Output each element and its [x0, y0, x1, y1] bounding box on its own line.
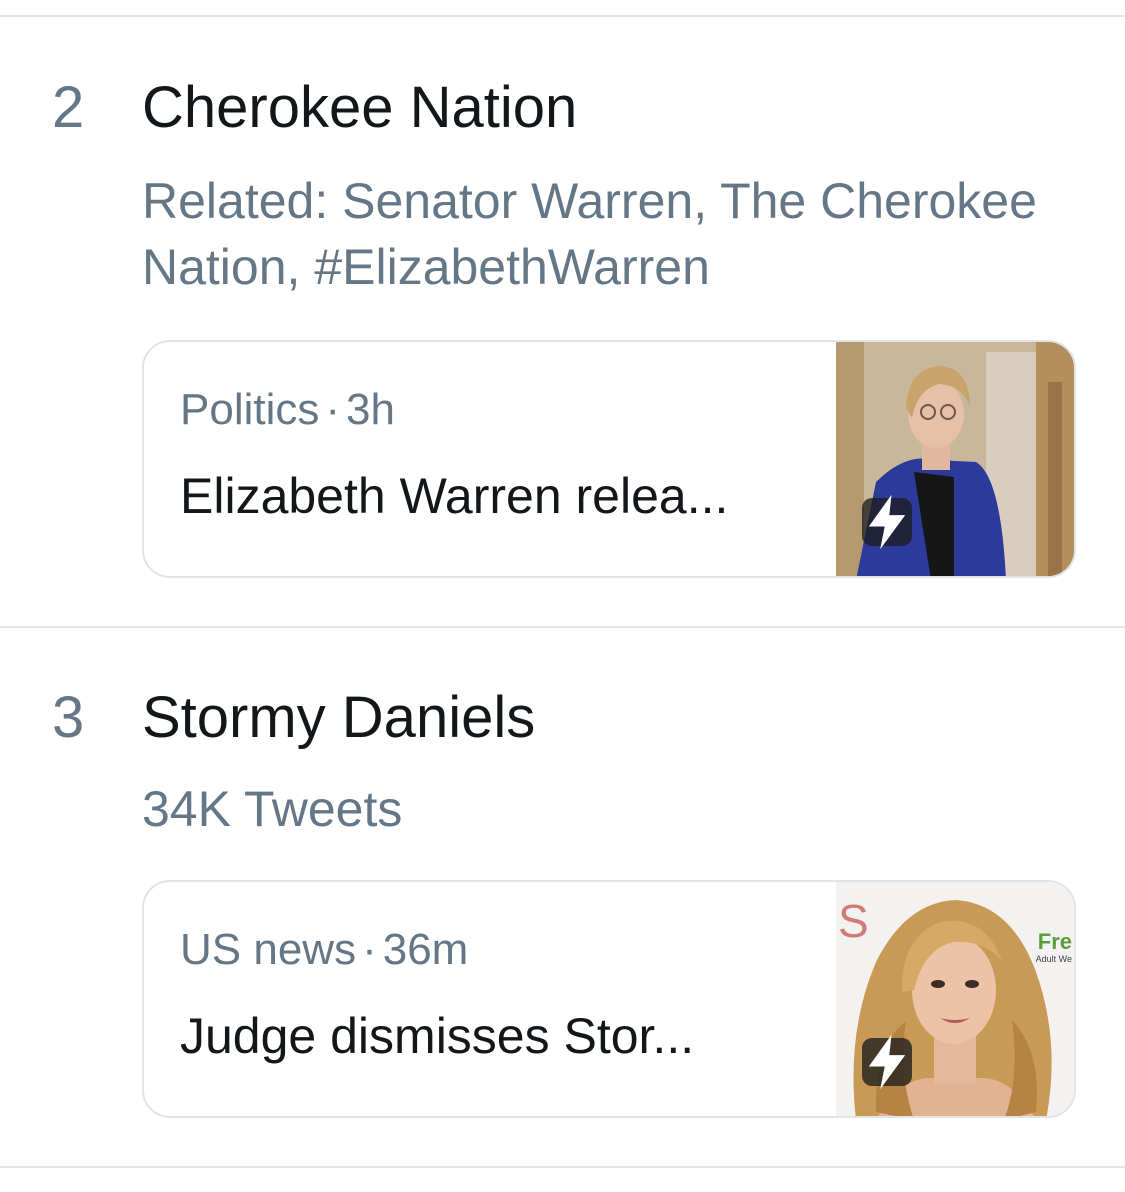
trend-item[interactable]: 2 Cherokee Nation Related: Senator Warre…	[0, 72, 1125, 592]
thumbnail-text-small: Adult We	[1035, 954, 1072, 964]
divider-middle	[0, 626, 1125, 628]
divider-top	[0, 15, 1125, 17]
card-meta: US news · 36m	[180, 922, 468, 978]
news-card[interactable]: Politics · 3h Elizabeth Warren relea...	[142, 340, 1076, 578]
trend-rank: 3	[52, 685, 85, 750]
lightning-bolt-icon	[862, 494, 912, 550]
trend-context: Related: Senator Warren, The Cherokee Na…	[142, 173, 1037, 295]
card-separator: ·	[325, 385, 341, 434]
thumbnail-text-right: Fre	[1037, 929, 1072, 954]
trend-rank: 2	[52, 75, 85, 140]
lightning-bolt-icon	[862, 1034, 912, 1090]
card-category: Politics	[180, 385, 320, 434]
trend-item[interactable]: 3 Stormy Daniels 34K Tweets US news · 36m …	[0, 682, 1125, 1132]
card-meta: Politics · 3h	[180, 382, 395, 438]
card-time: 3h	[346, 385, 395, 434]
card-separator: ·	[362, 925, 377, 974]
trend-context: 34K Tweets	[142, 781, 403, 837]
card-thumbnail[interactable]: S Fre Adult We	[836, 882, 1074, 1116]
card-thumbnail[interactable]	[836, 342, 1074, 576]
card-category: US news	[180, 925, 357, 974]
card-headline[interactable]: Judge dismisses Stor...	[180, 1004, 694, 1068]
divider-bottom	[0, 1166, 1125, 1168]
trend-topic[interactable]: Cherokee Nation	[142, 72, 577, 144]
card-headline[interactable]: Elizabeth Warren relea...	[180, 464, 728, 528]
thumbnail-text-left: S	[838, 895, 869, 947]
card-time: 36m	[382, 925, 469, 974]
news-card[interactable]: US news · 36m Judge dismisses Stor... S …	[142, 880, 1076, 1118]
trend-topic[interactable]: Stormy Daniels	[142, 682, 535, 754]
